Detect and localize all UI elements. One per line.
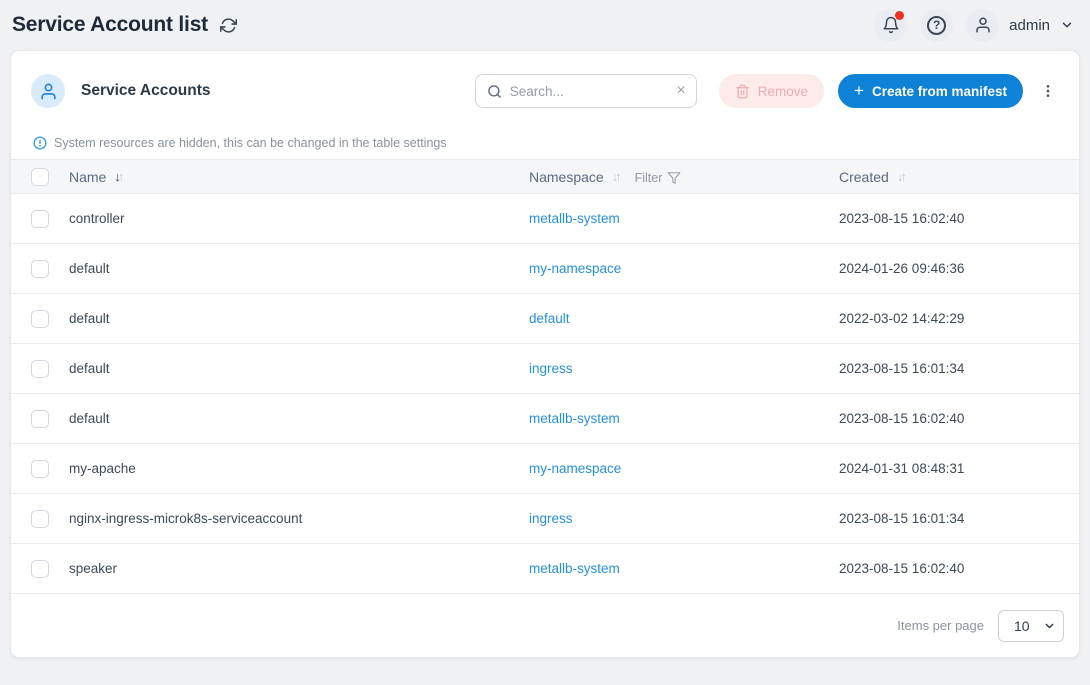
- table-row: default my-namespace 2024-01-26 09:46:36: [11, 244, 1079, 294]
- row-checkbox[interactable]: [31, 310, 49, 328]
- create-button-label: Create from manifest: [872, 84, 1007, 99]
- column-header-name[interactable]: Name ↓↑: [69, 169, 121, 185]
- namespace-link[interactable]: my-namespace: [529, 261, 621, 276]
- created-timestamp: 2023-08-15 16:02:40: [839, 411, 1079, 426]
- page-title: Service Account list: [12, 13, 208, 37]
- filter-label: Filter: [635, 171, 663, 185]
- kebab-menu-button[interactable]: [1037, 81, 1059, 101]
- info-text: System resources are hidden, this can be…: [54, 136, 447, 150]
- sort-icon-created: ↓↑: [897, 169, 904, 184]
- card-header: Service Accounts ×: [11, 51, 1079, 108]
- created-timestamp: 2023-08-15 16:02:40: [839, 211, 1079, 226]
- plus-icon: +: [854, 82, 864, 99]
- table-row: default ingress 2023-08-15 16:01:34: [11, 344, 1079, 394]
- search-input[interactable]: [510, 84, 669, 99]
- created-timestamp: 2023-08-15 16:02:40: [839, 561, 1079, 576]
- service-account-name: speaker: [59, 561, 529, 576]
- items-per-page-label: Items per page: [897, 618, 984, 633]
- created-timestamp: 2023-08-15 16:01:34: [839, 361, 1079, 376]
- service-account-name: default: [59, 261, 529, 276]
- refresh-icon: [220, 17, 237, 34]
- column-namespace-label: Namespace: [529, 169, 604, 185]
- service-account-name: controller: [59, 211, 529, 226]
- table-row: nginx-ingress-microk8s-serviceaccount in…: [11, 494, 1079, 544]
- table-row: default default 2022-03-02 14:42:29: [11, 294, 1079, 344]
- sort-icon-name: ↓↑: [114, 169, 121, 184]
- create-from-manifest-button[interactable]: + Create from manifest: [838, 74, 1023, 108]
- help-icon: ?: [927, 16, 946, 35]
- service-accounts-card: Service Accounts ×: [10, 50, 1080, 658]
- namespace-link[interactable]: ingress: [529, 511, 573, 526]
- row-checkbox[interactable]: [31, 560, 49, 578]
- table-row: my-apache my-namespace 2024-01-31 08:48:…: [11, 444, 1079, 494]
- user-menu[interactable]: admin: [966, 9, 1074, 42]
- column-header-created[interactable]: Created ↓↑: [839, 169, 904, 185]
- user-name: admin: [1009, 17, 1050, 34]
- row-checkbox[interactable]: [31, 460, 49, 478]
- row-checkbox[interactable]: [31, 510, 49, 528]
- select-all-checkbox[interactable]: [31, 168, 49, 186]
- table-body: controller metallb-system 2023-08-15 16:…: [11, 194, 1079, 594]
- table-footer: Items per page 10: [11, 594, 1079, 657]
- table-row: speaker metallb-system 2023-08-15 16:02:…: [11, 544, 1079, 594]
- namespace-link[interactable]: default: [529, 311, 570, 326]
- table-row: default metallb-system 2023-08-15 16:02:…: [11, 394, 1079, 444]
- row-checkbox[interactable]: [31, 260, 49, 278]
- avatar: [966, 9, 999, 42]
- service-account-name: my-apache: [59, 461, 529, 476]
- service-account-name: nginx-ingress-microk8s-serviceaccount: [59, 511, 529, 526]
- refresh-button[interactable]: [218, 15, 239, 36]
- namespace-link[interactable]: my-namespace: [529, 461, 621, 476]
- topbar: Service Account list ?: [0, 0, 1090, 50]
- row-checkbox[interactable]: [31, 410, 49, 428]
- card-title: Service Accounts: [81, 82, 211, 100]
- created-timestamp: 2023-08-15 16:01:34: [839, 511, 1079, 526]
- search-icon: [487, 84, 502, 99]
- table-header: Name ↓↑ Namespace ↓↑ Filter Created ↓: [11, 159, 1079, 194]
- page-size-select[interactable]: 10: [998, 610, 1064, 642]
- help-button[interactable]: ?: [920, 9, 953, 42]
- column-name-label: Name: [69, 169, 106, 185]
- column-created-label: Created: [839, 169, 889, 185]
- search-box: ×: [475, 74, 697, 108]
- chevron-down-icon: [1060, 18, 1074, 32]
- info-banner: System resources are hidden, this can be…: [11, 108, 1079, 159]
- created-timestamp: 2022-03-02 14:42:29: [839, 311, 1079, 326]
- row-checkbox[interactable]: [31, 360, 49, 378]
- column-header-namespace[interactable]: Namespace ↓↑: [529, 169, 619, 185]
- namespace-link[interactable]: metallb-system: [529, 561, 620, 576]
- funnel-icon: [667, 171, 681, 185]
- notification-badge: [895, 11, 904, 20]
- row-checkbox[interactable]: [31, 210, 49, 228]
- trash-icon: [735, 84, 750, 99]
- remove-button[interactable]: Remove: [719, 74, 824, 108]
- info-icon: [33, 136, 47, 150]
- table-row: controller metallb-system 2023-08-15 16:…: [11, 194, 1079, 244]
- service-account-name: default: [59, 361, 529, 376]
- user-icon: [974, 16, 992, 34]
- namespace-link[interactable]: ingress: [529, 361, 573, 376]
- created-timestamp: 2024-01-26 09:46:36: [839, 261, 1079, 276]
- namespace-filter-button[interactable]: Filter: [635, 171, 682, 185]
- created-timestamp: 2024-01-31 08:48:31: [839, 461, 1079, 476]
- namespace-link[interactable]: metallb-system: [529, 411, 620, 426]
- clear-search-icon[interactable]: ×: [676, 83, 685, 99]
- sort-icon-namespace: ↓↑: [612, 169, 619, 184]
- service-accounts-icon: [31, 74, 65, 108]
- notifications-button[interactable]: [874, 9, 907, 42]
- service-account-name: default: [59, 411, 529, 426]
- service-account-name: default: [59, 311, 529, 326]
- namespace-link[interactable]: metallb-system: [529, 211, 620, 226]
- remove-button-label: Remove: [758, 84, 808, 99]
- page-size-select-wrap: 10: [998, 610, 1064, 642]
